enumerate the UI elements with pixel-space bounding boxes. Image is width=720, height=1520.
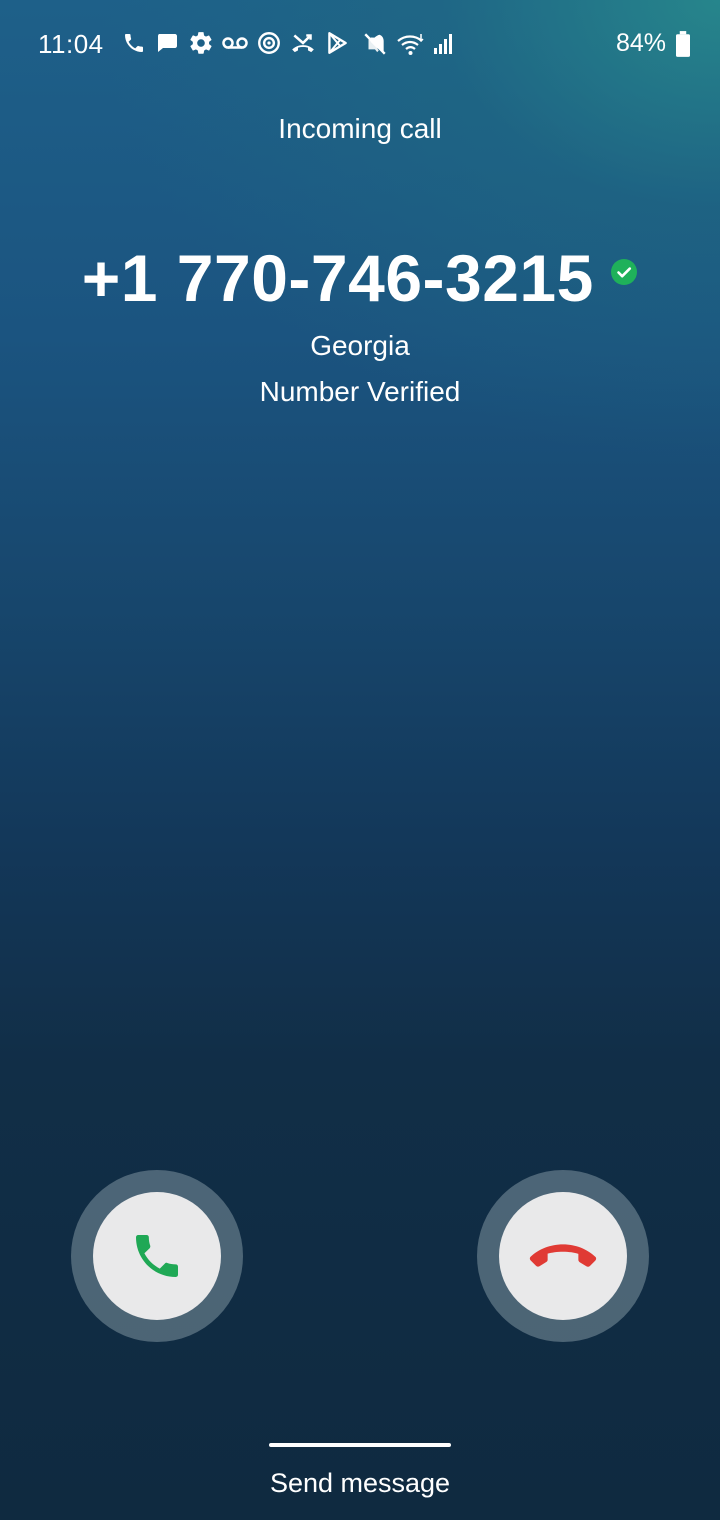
send-message-button[interactable]: Send message <box>0 1468 720 1499</box>
decline-button[interactable] <box>477 1170 649 1342</box>
voicemail-icon <box>222 37 248 49</box>
decline-button-inner[interactable] <box>499 1192 627 1320</box>
caller-number-row: +1 770-746-3215 <box>0 240 720 316</box>
battery-percent: 84% <box>615 29 666 57</box>
message-icon <box>158 34 177 52</box>
phone-icon <box>136 1235 178 1277</box>
caller-number: +1 770-746-3215 <box>81 241 594 315</box>
verified-check-icon <box>610 258 638 291</box>
battery-icon <box>676 31 690 57</box>
answer-button[interactable] <box>71 1170 243 1342</box>
play-store-icon <box>328 32 347 54</box>
missed-call-icon <box>292 34 314 53</box>
verification-status: Number Verified <box>259 376 461 407</box>
call-status-label: Incoming call <box>278 113 442 144</box>
mute-icon <box>364 33 386 55</box>
wifi-icon <box>397 34 424 55</box>
phone-icon <box>125 34 143 52</box>
signal-icon <box>434 34 452 54</box>
hang-up-icon <box>529 1244 597 1267</box>
target-icon <box>258 32 280 54</box>
status-bar: 11:04 84% <box>0 0 720 90</box>
answer-button-inner[interactable] <box>93 1192 221 1320</box>
settings-icon <box>190 32 212 54</box>
status-right-group: 84% <box>362 28 692 60</box>
swipe-handle[interactable] <box>269 1443 451 1447</box>
status-time: 11:04 <box>38 29 104 59</box>
caller-location: Georgia <box>310 330 410 361</box>
